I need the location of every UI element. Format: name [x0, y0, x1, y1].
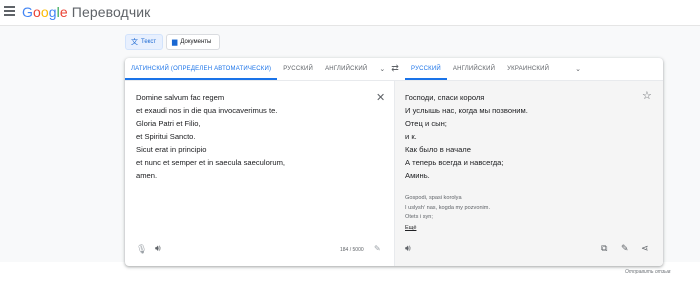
logo[interactable]: Google Переводчик	[22, 4, 150, 20]
target-line: Отец и сын;	[405, 119, 447, 128]
target-lang-tab-english[interactable]: АНГЛИЙСКИЙ	[447, 58, 501, 80]
share-icon[interactable]: ⋖	[641, 243, 649, 254]
translate-icon: 文	[131, 39, 138, 46]
microphone-icon[interactable]: 🎙︎	[136, 244, 147, 255]
translit-line: Otets i syn;	[405, 214, 433, 220]
target-line: Аминь.	[405, 171, 430, 180]
app-header: Google Переводчик	[0, 0, 700, 26]
clear-source-icon[interactable]: ✕	[376, 91, 385, 104]
text-mode-button[interactable]: 文 Текст	[125, 34, 163, 50]
target-line: Как было в начале	[405, 145, 471, 154]
documents-mode-button[interactable]: ▆ Документы	[166, 34, 220, 50]
target-lang-tab-ukrainian[interactable]: УКРАИНСКИЙ	[501, 58, 555, 80]
target-line: и к.	[405, 132, 417, 141]
pencil-icon: ✎	[374, 244, 381, 253]
source-line: Sicut erat in principio	[136, 145, 207, 154]
target-line: Господи, спаси короля	[405, 93, 485, 102]
translation-output: Господи, спаси короля И услышь нас, когд…	[405, 91, 645, 182]
logo-letter: g	[48, 4, 57, 20]
source-lang-tab-russian[interactable]: РУССКИЙ	[277, 58, 319, 80]
character-counter: 184 / 5000	[340, 247, 364, 253]
source-line: et exaudi nos in die qua invocaverimus t…	[136, 106, 278, 115]
source-line: Gloria Patri et Filio,	[136, 119, 201, 128]
target-panel: Господи, спаси короля И услышь нас, когд…	[394, 81, 663, 266]
target-line: И услышь нас, когда мы позвоним.	[405, 106, 528, 115]
target-language-bar: РУССКИЙ АНГЛИЙСКИЙ УКРАИНСКИЙ ⌄	[405, 58, 663, 80]
logo-letter: G	[22, 4, 33, 20]
translit-line: I uslyshʹ nas, kogda my pozvonim.	[405, 204, 491, 211]
logo-letter: e	[59, 4, 68, 20]
source-text-input[interactable]: Domine salvum fac regem et exaudi nos in…	[136, 91, 366, 182]
listen-source-speaker-icon[interactable]: 🔊︎	[155, 243, 161, 254]
translit-line: Gospodi, spasi korolya	[405, 195, 462, 201]
hamburger-menu-icon[interactable]	[4, 6, 15, 17]
source-line: et Spiritui Sancto.	[136, 132, 196, 141]
edit-icon[interactable]: ✎	[621, 243, 629, 254]
logo-letter: o	[33, 4, 41, 20]
logo-letter: o	[40, 4, 49, 20]
document-icon: ▆	[172, 39, 178, 46]
swap-languages-icon[interactable]: ⇄	[387, 63, 403, 75]
source-line: et nunc et semper et in saecula saeculor…	[136, 158, 286, 167]
listen-translation-speaker-icon[interactable]: 🔊︎	[405, 243, 411, 254]
product-name: Переводчик	[71, 4, 151, 20]
send-feedback-link[interactable]: Отправить отзыв	[625, 269, 670, 275]
chevron-down-icon[interactable]: ⌄	[569, 65, 587, 73]
source-lang-detected-tab[interactable]: ЛАТИНСКИЙ (ОПРЕДЕЛЕН АВТОМАТИЧЕСКИ)	[125, 58, 278, 80]
transliteration: Gospodi, spasi korolya I uslyshʹ nas, ko…	[405, 194, 490, 223]
source-lang-tab-english[interactable]: АНГЛИЙСКИЙ	[319, 58, 373, 80]
star-icon[interactable]: ☆	[642, 89, 652, 102]
source-language-bar: ЛАТИНСКИЙ (ОПРЕДЕЛЕН АВТОМАТИЧЕСКИ) РУСС…	[125, 58, 387, 80]
copy-icon[interactable]: ⧉	[601, 243, 607, 254]
text-mode-label: Текст	[141, 39, 157, 45]
documents-mode-label: Документы	[180, 39, 212, 45]
more-link[interactable]: Ещё	[405, 225, 416, 231]
target-line: А теперь всегда и навсегда;	[405, 158, 504, 167]
source-panel: Domine salvum fac regem et exaudi nos in…	[125, 81, 394, 266]
source-line: amen.	[136, 171, 158, 180]
translation-card: ЛАТИНСКИЙ (ОПРЕДЕЛЕН АВТОМАТИЧЕСКИ) РУСС…	[125, 58, 663, 266]
target-lang-tab-russian[interactable]: РУССКИЙ	[405, 58, 447, 80]
source-line: Domine salvum fac regem	[136, 93, 225, 102]
